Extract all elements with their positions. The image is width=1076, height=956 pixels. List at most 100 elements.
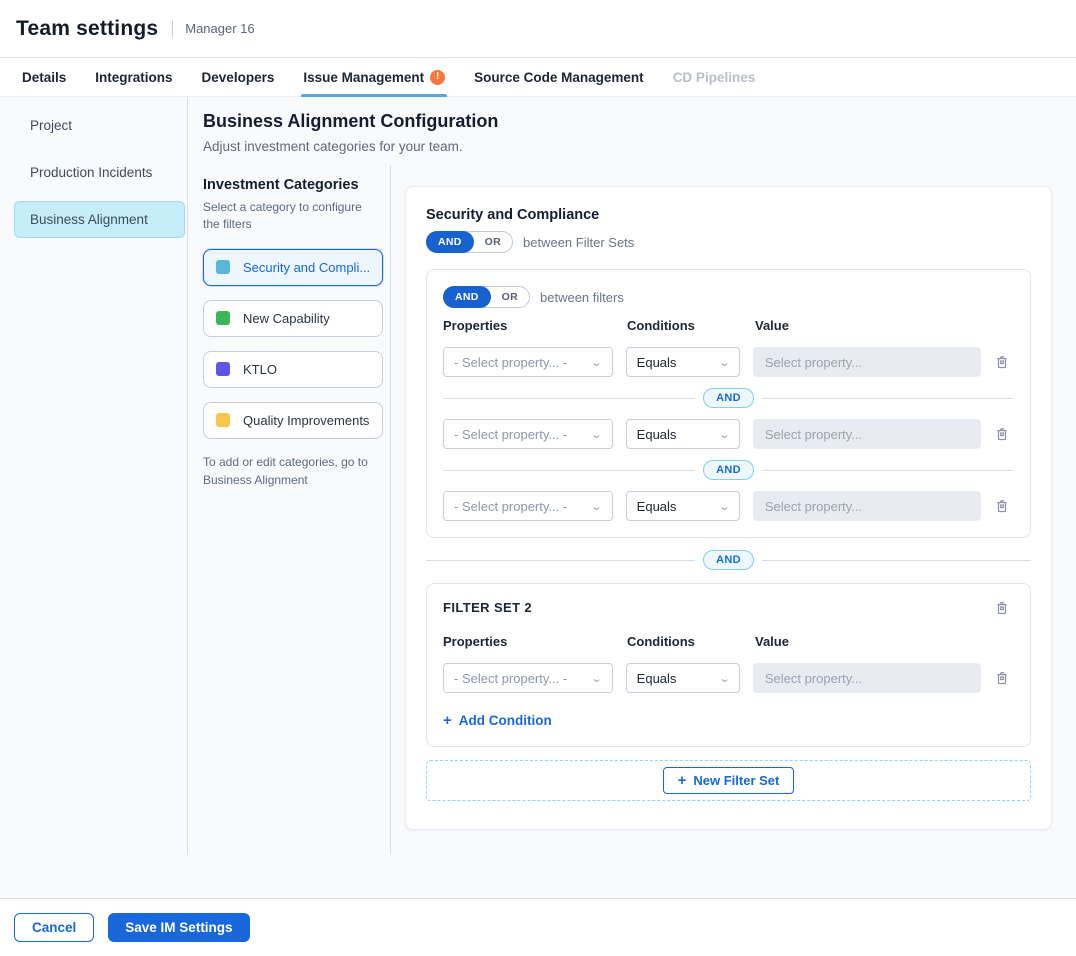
condition-select[interactable]: Equals ⌄ <box>626 491 740 521</box>
plus-icon: + <box>678 773 687 788</box>
section-title: Business Alignment Configuration <box>203 111 498 132</box>
category-label: Security and Compli... <box>243 260 370 275</box>
category-color-swatch <box>216 362 230 376</box>
toggle-and-segment[interactable]: AND <box>426 231 474 253</box>
condition-select[interactable]: Equals ⌄ <box>626 347 740 377</box>
plus-icon: + <box>443 713 452 728</box>
property-select[interactable]: - Select property... - ⌄ <box>443 663 613 693</box>
save-im-settings-button[interactable]: Save IM Settings <box>108 913 249 942</box>
toggle-and-segment[interactable]: AND <box>443 286 491 308</box>
category-ktlo[interactable]: KTLO <box>203 351 383 388</box>
filter-row-1: - Select property... - ⌄ Equals ⌄ <box>443 347 1014 377</box>
categories-title: Investment Categories <box>203 177 385 193</box>
category-color-swatch <box>216 260 230 274</box>
and-or-toggle-sets[interactable]: AND OR <box>426 231 513 253</box>
between-filters-label: between filters <box>540 290 624 305</box>
and-or-toggle-filters[interactable]: AND OR <box>443 286 530 308</box>
and-connector: AND <box>443 388 1014 408</box>
category-color-swatch <box>216 413 230 427</box>
properties-header: Properties <box>443 634 614 649</box>
value-input[interactable] <box>753 419 981 449</box>
and-connector-pill: AND <box>703 550 754 570</box>
chevron-down-icon: ⌄ <box>718 500 730 513</box>
team-name-label: Manager 16 <box>185 21 254 36</box>
between-sets-connector: AND <box>426 550 1031 570</box>
new-filter-set-dropzone: + New Filter Set <box>426 760 1031 801</box>
categories-hint: Select a category to configure the filte… <box>203 199 373 234</box>
delete-filter-button[interactable] <box>994 354 1010 370</box>
selected-category-title: Security and Compliance <box>426 207 1031 223</box>
value-input[interactable] <box>753 347 981 377</box>
between-sets-toggle-row: AND OR between Filter Sets <box>426 231 1031 253</box>
category-label: New Capability <box>243 311 330 326</box>
page-title: Team settings <box>16 17 158 41</box>
filter-set-1: AND OR between filters Properties Condit… <box>426 269 1031 538</box>
sidebar-item-production-incidents[interactable]: Production Incidents <box>14 154 185 191</box>
category-color-swatch <box>216 311 230 325</box>
chevron-down-icon: ⌄ <box>718 356 730 369</box>
filter-row-2: - Select property... - ⌄ Equals ⌄ <box>443 419 1014 449</box>
condition-select[interactable]: Equals ⌄ <box>626 663 740 693</box>
filter-row-3: - Select property... - ⌄ Equals ⌄ <box>443 491 1014 521</box>
filter-set-2: FILTER SET 2 Properties Conditions Value… <box>426 583 1031 747</box>
chevron-down-icon: ⌄ <box>591 672 603 685</box>
category-quality-improvements[interactable]: Quality Improvements <box>203 402 383 439</box>
team-settings-page: Team settings Manager 16 Details Integra… <box>0 0 1076 956</box>
trash-icon <box>994 426 1010 442</box>
tab-issue-management[interactable]: Issue Management ! <box>303 58 445 97</box>
add-condition-button[interactable]: + Add Condition <box>443 713 552 728</box>
chevron-down-icon: ⌄ <box>718 672 730 685</box>
delete-filter-button[interactable] <box>994 670 1010 686</box>
value-input[interactable] <box>753 663 981 693</box>
trash-icon <box>994 498 1010 514</box>
new-filter-set-button[interactable]: + New Filter Set <box>663 767 795 794</box>
warning-icon: ! <box>430 70 445 85</box>
column-divider <box>390 165 391 855</box>
chevron-down-icon: ⌄ <box>591 500 603 513</box>
toggle-or-segment[interactable]: OR <box>474 236 512 248</box>
filter-set-2-title: FILTER SET 2 <box>443 600 532 615</box>
conditions-header: Conditions <box>627 634 742 649</box>
condition-select[interactable]: Equals ⌄ <box>626 419 740 449</box>
category-label: KTLO <box>243 362 277 377</box>
category-new-capability[interactable]: New Capability <box>203 300 383 337</box>
value-header: Value <box>755 318 985 333</box>
property-select[interactable]: - Select property... - ⌄ <box>443 491 613 521</box>
section-subtitle: Adjust investment categories for your te… <box>203 139 498 154</box>
chevron-down-icon: ⌄ <box>591 356 603 369</box>
trash-icon <box>994 354 1010 370</box>
chevron-down-icon: ⌄ <box>718 428 730 441</box>
category-security-and-compliance[interactable]: Security and Compli... <box>203 249 383 286</box>
and-connector-pill: AND <box>703 460 754 480</box>
tab-details[interactable]: Details <box>22 58 66 97</box>
filter-configuration-card: Security and Compliance AND OR between F… <box>405 186 1052 830</box>
value-header: Value <box>755 634 985 649</box>
property-select[interactable]: - Select property... - ⌄ <box>443 347 613 377</box>
app-header: Team settings Manager 16 <box>0 0 1076 58</box>
tab-source-code-management[interactable]: Source Code Management <box>474 58 644 97</box>
settings-tabbar: Details Integrations Developers Issue Ma… <box>0 58 1076 97</box>
settings-sidebar: Project Production Incidents Business Al… <box>0 97 188 855</box>
delete-filter-button[interactable] <box>994 426 1010 442</box>
delete-filter-set-button[interactable] <box>994 600 1010 616</box>
tab-developers[interactable]: Developers <box>202 58 275 97</box>
and-connector: AND <box>443 460 1014 480</box>
sidebar-item-project[interactable]: Project <box>14 107 185 144</box>
categories-footnote: To add or edit categories, go to Busines… <box>203 453 375 489</box>
toggle-or-segment[interactable]: OR <box>491 291 529 303</box>
delete-filter-button[interactable] <box>994 498 1010 514</box>
title-separator <box>172 20 173 38</box>
filter-column-headers: Properties Conditions Value <box>443 634 1014 649</box>
tab-cd-pipelines: CD Pipelines <box>673 58 756 97</box>
filter-column-headers: Properties Conditions Value <box>443 318 1014 333</box>
conditions-header: Conditions <box>627 318 742 333</box>
footer-actions: Cancel Save IM Settings <box>0 898 1076 956</box>
cancel-button[interactable]: Cancel <box>14 913 94 942</box>
tab-integrations[interactable]: Integrations <box>95 58 172 97</box>
filter-set-2-header: FILTER SET 2 <box>443 600 1014 616</box>
chevron-down-icon: ⌄ <box>591 428 603 441</box>
value-input[interactable] <box>753 491 981 521</box>
between-sets-label: between Filter Sets <box>523 235 634 250</box>
property-select[interactable]: - Select property... - ⌄ <box>443 419 613 449</box>
sidebar-item-business-alignment[interactable]: Business Alignment <box>14 201 185 238</box>
